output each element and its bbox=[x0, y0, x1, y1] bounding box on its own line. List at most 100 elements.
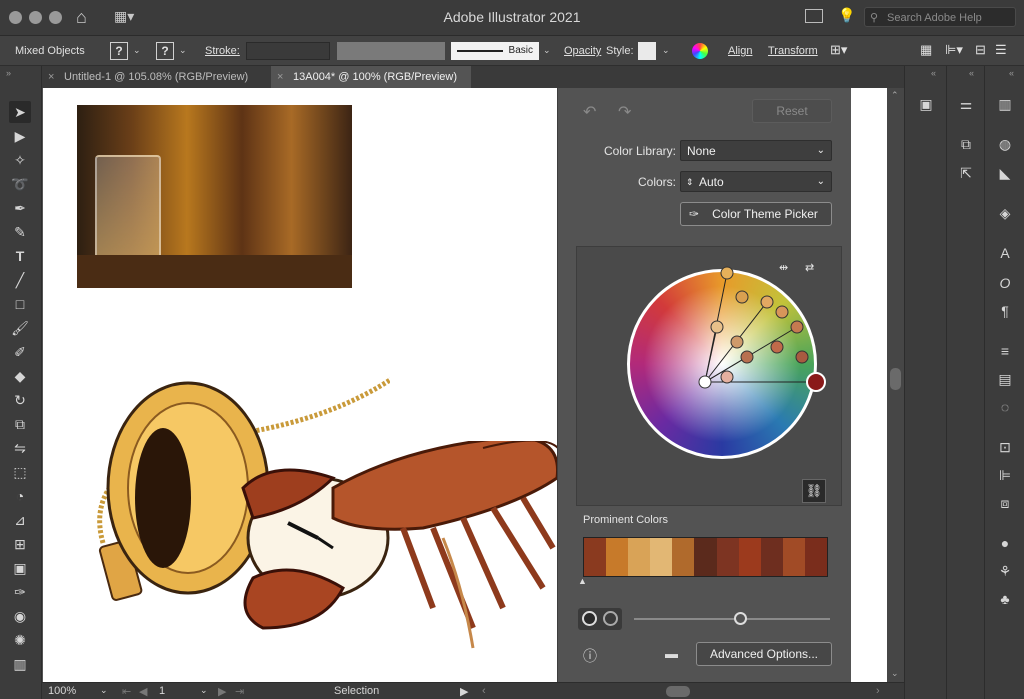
magic-wand-icon[interactable]: ✧ bbox=[9, 149, 31, 171]
export-icon[interactable]: ⇱ bbox=[954, 162, 978, 184]
info-icon[interactable]: ⓘ bbox=[583, 646, 597, 666]
chevron-down-icon[interactable]: ⌄ bbox=[200, 685, 208, 696]
prominent-color-swatch[interactable] bbox=[672, 538, 695, 576]
align-panel-icon[interactable]: ⊫ bbox=[993, 464, 1017, 486]
arrange-grid-icon[interactable]: ▦ bbox=[920, 42, 932, 58]
direct-selection-tool-icon[interactable]: ▶ bbox=[9, 125, 31, 147]
scroll-right-icon[interactable]: › bbox=[876, 685, 880, 697]
isolate-object-icon[interactable]: ⊞▾ bbox=[830, 42, 847, 58]
vertical-scrollbar[interactable]: ⌃ ⌄ bbox=[887, 88, 904, 682]
chevron-down-icon[interactable]: ⌄ bbox=[179, 45, 187, 56]
eraser-icon[interactable]: ◆ bbox=[9, 365, 31, 387]
free-transform-icon[interactable]: ⬚ bbox=[9, 461, 31, 483]
first-artboard-icon[interactable]: ⇤ bbox=[122, 685, 131, 698]
width-icon[interactable]: ⇋ bbox=[9, 437, 31, 459]
collapse-panel-icon[interactable]: » bbox=[6, 68, 11, 78]
prominent-colors-bar[interactable] bbox=[583, 537, 828, 577]
recolor-artwork-icon[interactable] bbox=[692, 43, 708, 59]
brush-definition-dropdown[interactable]: Basic bbox=[451, 42, 539, 60]
color-guide-icon[interactable]: ◣ bbox=[993, 162, 1017, 184]
character-icon[interactable]: A bbox=[993, 242, 1017, 264]
prominent-color-swatch[interactable] bbox=[606, 538, 629, 576]
mesh-icon[interactable]: ⊞ bbox=[9, 533, 31, 555]
tab-13a004[interactable]: × 13A004* @ 100% (RGB/Preview) bbox=[271, 66, 471, 88]
prominent-color-swatch[interactable] bbox=[694, 538, 717, 576]
collapse-panel-icon[interactable]: « bbox=[969, 68, 974, 78]
rotate-icon[interactable]: ↻ bbox=[9, 389, 31, 411]
tab-untitled-1[interactable]: × Untitled-1 @ 105.08% (RGB/Preview) bbox=[42, 66, 267, 88]
folder-icon[interactable]: ▬ bbox=[665, 646, 678, 661]
transform-panel-icon[interactable]: ⊡ bbox=[993, 436, 1017, 458]
lightbulb-icon[interactable]: 💡 bbox=[838, 7, 855, 24]
slider-handle-icon[interactable]: ▲ bbox=[578, 576, 587, 586]
prominent-color-swatch[interactable] bbox=[760, 538, 783, 576]
redo-icon[interactable]: ↷ bbox=[618, 102, 631, 122]
graphic-styles-icon[interactable]: ⚘ bbox=[993, 560, 1017, 582]
close-tab-icon[interactable]: × bbox=[48, 66, 54, 88]
blend-icon[interactable]: ◉ bbox=[9, 605, 31, 627]
color-panel-icon[interactable]: ◍ bbox=[993, 133, 1017, 155]
perspective-icon[interactable]: ⊿ bbox=[9, 509, 31, 531]
search-help-input[interactable]: ⚲ Search Adobe Help bbox=[864, 7, 1016, 27]
colors-count-dropdown[interactable]: ⇕ Auto ⌄ bbox=[680, 171, 832, 192]
prominent-color-swatch[interactable] bbox=[738, 538, 761, 576]
stroke-panel-icon[interactable]: ≡ bbox=[993, 340, 1017, 362]
smooth-view-icon[interactable] bbox=[603, 611, 618, 626]
pathfinder-panel-icon[interactable]: ⧈ bbox=[993, 492, 1017, 514]
chevron-down-icon[interactable]: ⌄ bbox=[543, 45, 551, 56]
symbols-icon[interactable]: ♣ bbox=[993, 588, 1017, 610]
shape-builder-icon[interactable]: ◔ bbox=[9, 485, 31, 507]
close-tab-icon[interactable]: × bbox=[277, 66, 283, 88]
stepper-icon[interactable]: ⇕ bbox=[686, 172, 694, 192]
stroke-swatch[interactable]: ? bbox=[156, 42, 174, 60]
previous-artboard-icon[interactable]: ◀ bbox=[139, 685, 147, 698]
graph-icon[interactable]: ▥ bbox=[9, 653, 31, 675]
scale-icon[interactable]: ⧉ bbox=[9, 413, 31, 435]
properties-panel-icon[interactable]: ⚌ bbox=[954, 93, 978, 115]
prominent-color-swatch[interactable] bbox=[628, 538, 651, 576]
stroke-weight-field[interactable] bbox=[246, 42, 330, 60]
panel-menu-icon[interactable]: ☰ bbox=[995, 42, 1007, 58]
last-artboard-icon[interactable]: ⇥ bbox=[235, 685, 244, 698]
scroll-up-icon[interactable]: ⌃ bbox=[891, 90, 899, 101]
transform-options-icon[interactable]: ⊟ bbox=[975, 42, 986, 58]
artboard-panel-icon[interactable]: ▣ bbox=[914, 93, 938, 115]
paintbrush-icon[interactable]: 🖌 bbox=[9, 317, 31, 339]
artboard-number-field[interactable]: 1 bbox=[159, 685, 165, 697]
gradient-icon[interactable]: ▣ bbox=[9, 557, 31, 579]
collapse-panel-icon[interactable]: « bbox=[931, 68, 936, 78]
swatches-panel-icon[interactable]: ▥ bbox=[993, 93, 1017, 115]
color-theme-picker-button[interactable]: ✑ Color Theme Picker bbox=[680, 202, 832, 226]
transparency-icon[interactable]: ◌ bbox=[993, 396, 1017, 418]
next-artboard-icon[interactable]: ▶ bbox=[218, 685, 226, 698]
align-options-icon[interactable]: ⊫▾ bbox=[945, 42, 963, 58]
chevron-down-icon[interactable]: ⌄ bbox=[100, 685, 108, 696]
status-menu-icon[interactable]: ▶ bbox=[460, 685, 468, 698]
prominent-color-swatch[interactable] bbox=[716, 538, 739, 576]
appearance-icon[interactable]: ● bbox=[993, 532, 1017, 554]
undo-icon[interactable]: ↶ bbox=[583, 102, 596, 122]
type-icon[interactable]: T bbox=[9, 245, 31, 267]
view-mode-toggle[interactable] bbox=[578, 608, 622, 630]
fill-swatch[interactable]: ? bbox=[110, 42, 128, 60]
horizontal-scroll-thumb[interactable] bbox=[666, 686, 690, 697]
symbol-sprayer-icon[interactable]: ✺ bbox=[9, 629, 31, 651]
arrange-documents-icon[interactable] bbox=[805, 9, 823, 23]
curvature-icon[interactable]: ✎ bbox=[9, 221, 31, 243]
lasso-icon[interactable]: ➰ bbox=[9, 173, 31, 195]
pathfinder-icon[interactable]: ⧉ bbox=[954, 133, 978, 155]
align-label[interactable]: Align bbox=[728, 45, 752, 57]
brightness-slider-thumb[interactable] bbox=[734, 612, 747, 625]
eyedropper-icon[interactable]: ✑ bbox=[9, 581, 31, 603]
chevron-down-icon[interactable]: ⌄ bbox=[133, 45, 141, 56]
scroll-thumb[interactable] bbox=[890, 368, 901, 390]
shaper-icon[interactable]: ✐ bbox=[9, 341, 31, 363]
opacity-label[interactable]: Opacity bbox=[564, 45, 601, 57]
paragraph-icon[interactable]: ¶ bbox=[993, 300, 1017, 322]
gradient-panel-icon[interactable]: ▤ bbox=[993, 368, 1017, 390]
rectangle-icon[interactable]: □ bbox=[9, 293, 31, 315]
bar-photo-image[interactable] bbox=[77, 105, 352, 288]
scroll-down-icon[interactable]: ⌄ bbox=[891, 668, 899, 679]
stroke-label[interactable]: Stroke: bbox=[205, 45, 240, 57]
prominent-color-swatch[interactable] bbox=[804, 538, 828, 576]
